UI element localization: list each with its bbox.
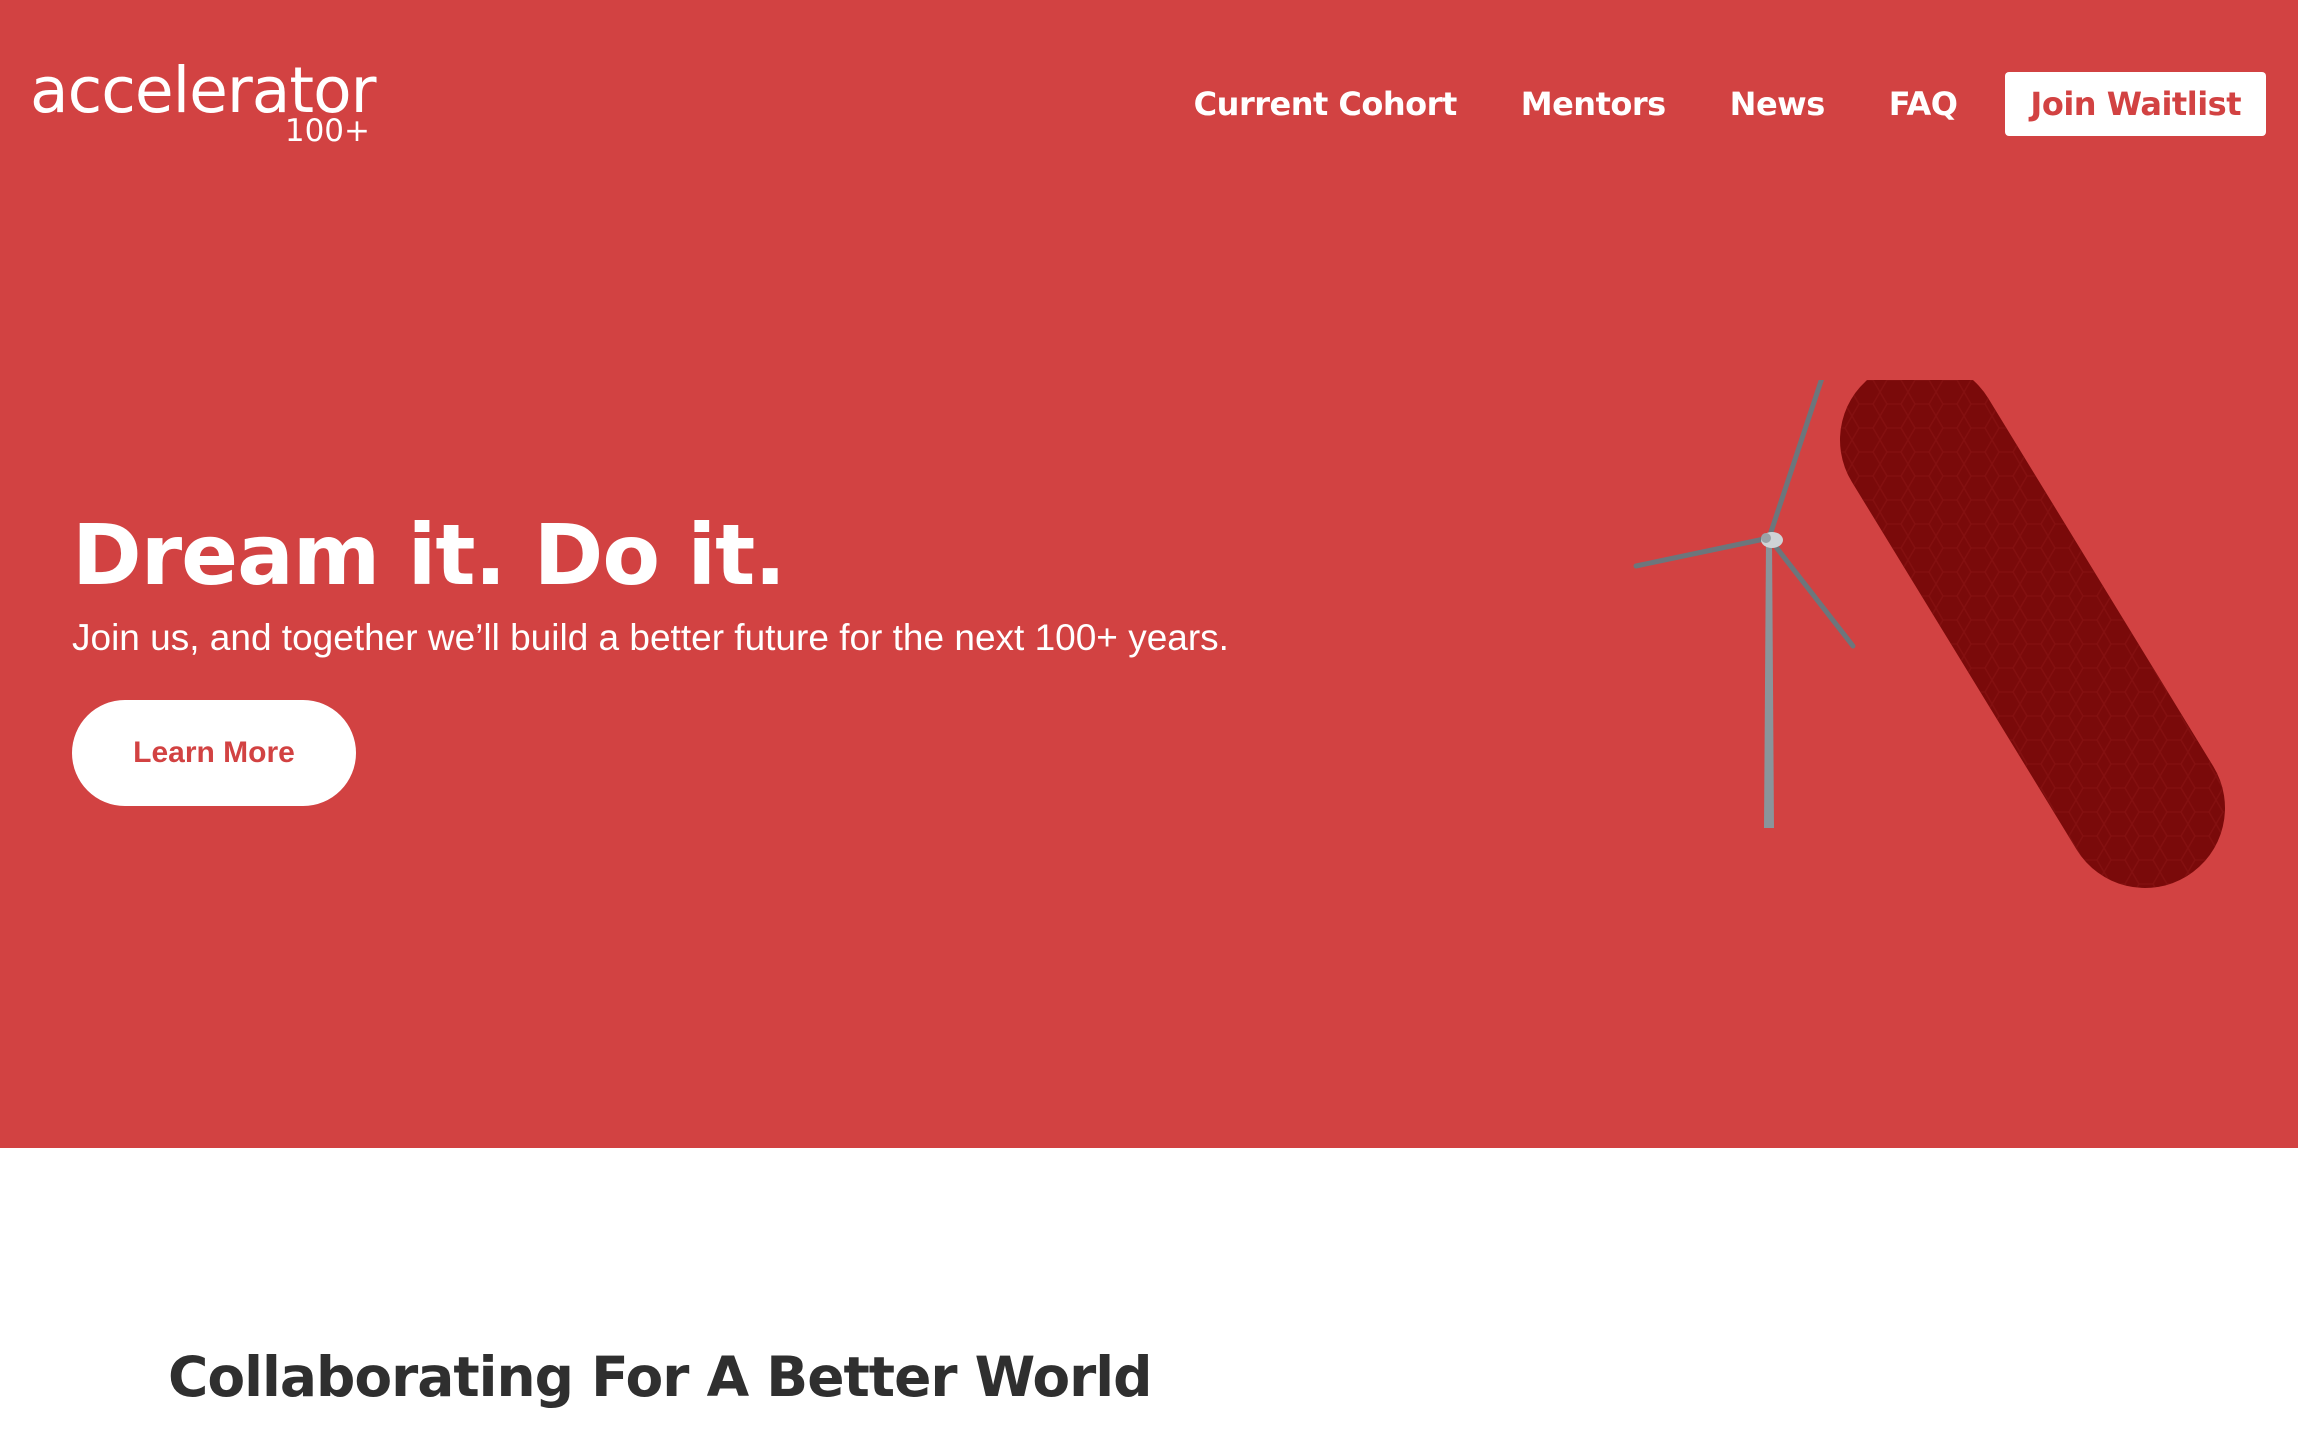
nav-current-cohort[interactable]: Current Cohort xyxy=(1194,85,1458,123)
nav-news[interactable]: News xyxy=(1730,85,1826,123)
wind-turbine-a-logo-image xyxy=(1633,380,2225,888)
nav-faq[interactable]: FAQ xyxy=(1889,85,1958,123)
hero-title: Dream it. Do it. xyxy=(72,506,786,604)
join-waitlist-button[interactable]: Join Waitlist xyxy=(2005,72,2266,136)
nav-mentors[interactable]: Mentors xyxy=(1521,85,1666,123)
hero-section: accelerator 100+ Current Cohort Mentors … xyxy=(0,0,2298,1148)
wind-turbine-icon xyxy=(1633,380,1856,828)
main-nav: Current Cohort Mentors News FAQ Join Wai… xyxy=(1194,72,2266,136)
accelerator-logo[interactable]: accelerator 100+ xyxy=(30,56,377,151)
hero-subtitle: Join us, and together we’ll build a bett… xyxy=(72,617,1229,658)
logo-suffix: 100+ xyxy=(284,113,370,149)
section-title: Collaborating For A Better World xyxy=(168,1345,1153,1409)
learn-more-button[interactable]: Learn More xyxy=(72,700,356,806)
